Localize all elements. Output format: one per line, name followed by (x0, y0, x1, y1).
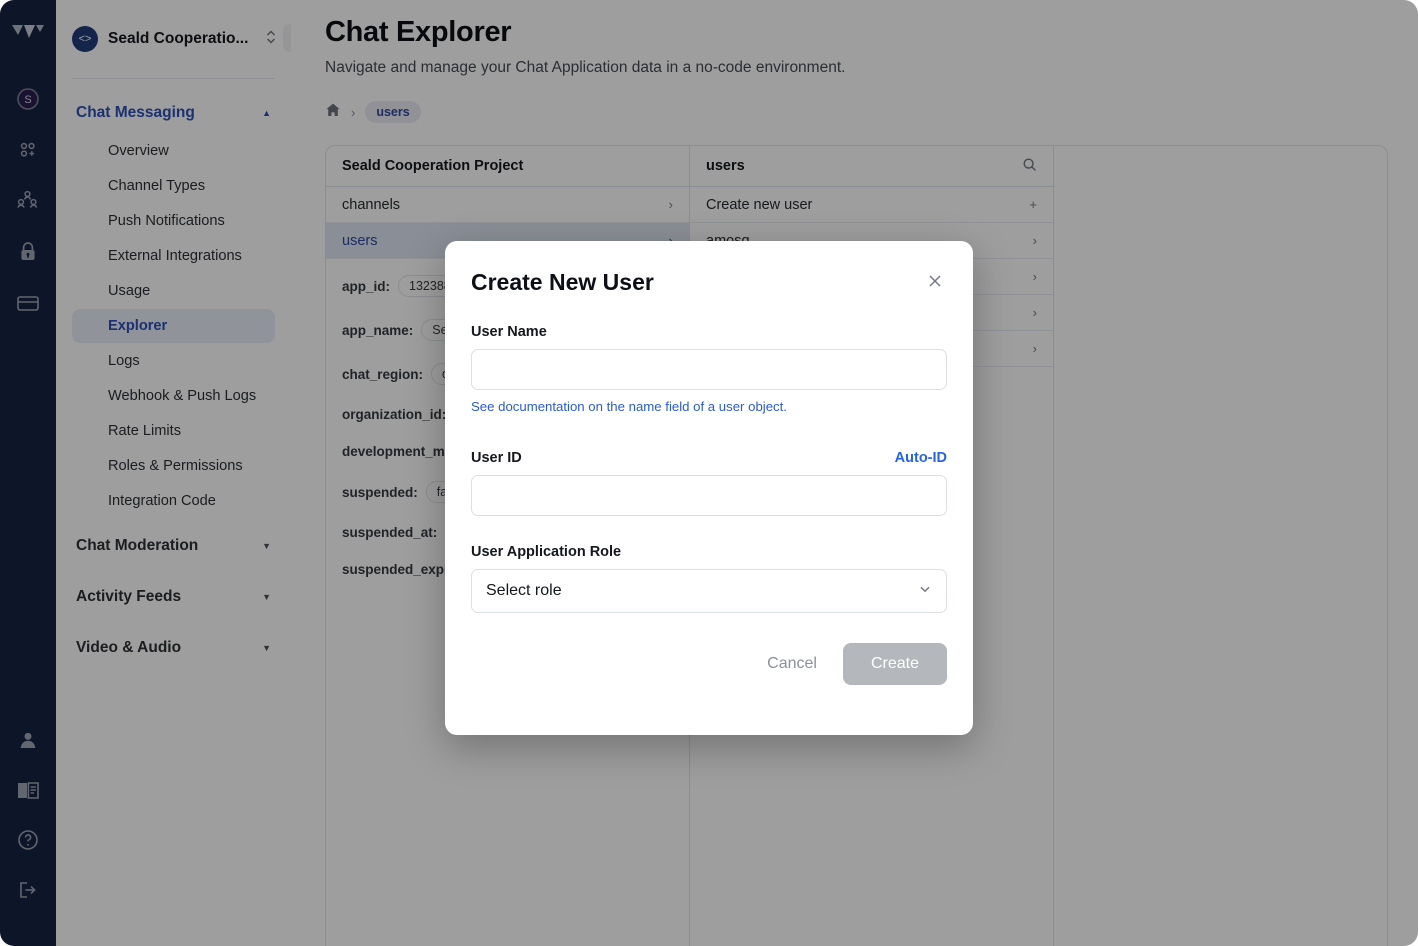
dialog-header: Create New User (471, 269, 947, 296)
cancel-button[interactable]: Cancel (753, 645, 831, 683)
close-icon[interactable] (923, 269, 947, 293)
auto-id-button[interactable]: Auto-ID (895, 450, 947, 466)
user-name-input[interactable] (471, 349, 947, 390)
user-application-role-label: User Application Role (471, 544, 947, 560)
create-button[interactable]: Create (843, 643, 947, 685)
chevron-down-icon (918, 582, 932, 601)
user-id-label: User ID (471, 450, 522, 466)
user-name-doc-link[interactable]: See documentation on the name field of a… (471, 399, 947, 414)
user-id-input[interactable] (471, 475, 947, 516)
user-name-label: User Name (471, 324, 947, 340)
dialog-actions: Cancel Create (471, 643, 947, 685)
create-new-user-dialog: Create New User User Name See documentat… (445, 241, 973, 735)
user-role-select[interactable]: Select role (471, 569, 947, 613)
user-role-selected-value: Select role (486, 582, 562, 600)
app-window: S (0, 0, 1418, 946)
dialog-title: Create New User (471, 269, 654, 296)
user-id-label-row: User ID Auto-ID (471, 450, 947, 466)
